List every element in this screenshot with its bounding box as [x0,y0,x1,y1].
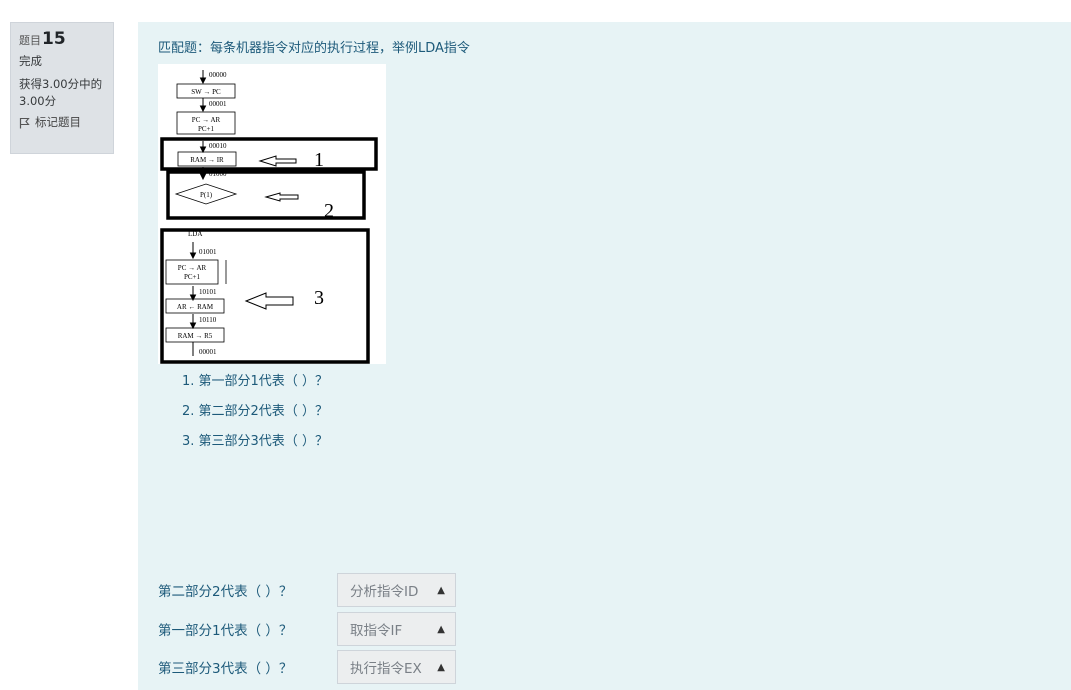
code-0: 00000 [209,71,227,79]
answer-row: 第二部分2代表（ ）？ 分析指令ID ▲︎ [158,573,456,607]
sort-caret-icon: ▲︎ [437,661,445,673]
question-text: 匹配题：每条机器指令对应的执行过程，举例LDA指令 [158,41,470,56]
flag-label: 标记题目 [35,115,81,129]
answer-row: 第三部分3代表（ ）？ 执行指令EX ▲︎ [158,650,456,684]
answer-label: 第一部分1代表（ ）？ [158,623,293,639]
box-pc-ar: PC → AR [192,116,221,124]
pointer-arrows [244,155,299,310]
label-1: 1 [314,149,324,171]
sort-caret-icon: ▲︎ [437,584,445,596]
answer-select-3[interactable]: 执行指令EX ▲︎ [337,650,456,684]
question-state: 完成 [19,54,42,68]
question-content: 匹配题：每条机器指令对应的执行过程，举例LDA指令 00000 00001 00… [138,22,1071,690]
box-sw-pc: SW → PC [191,88,221,96]
box-ar-ram: AR ← RAM [177,303,214,311]
sort-caret-icon: ▲︎ [437,623,445,635]
box-pc-plus-2: PC+1 [184,273,201,281]
code-5: 10101 [199,288,217,296]
question-item: 2. 第二部分2代表（ ）？ [182,404,328,419]
box-pc-ar-2: PC → AR [178,264,207,272]
highlight-box-1 [160,137,378,171]
question-info-panel: 题目15 完成 获得3.00分中的3.00分 标记题目 [10,22,114,154]
question-item: 1. 第一部分1代表（ ）？ [182,374,328,389]
answer-select-1[interactable]: 取指令IF ▲︎ [337,612,456,646]
code-4: 01001 [199,248,217,256]
answer-label: 第二部分2代表（ ）？ [158,584,293,600]
label-3: 3 [314,287,324,309]
box-ram-ir: RAM → IR [190,156,224,164]
box-pc-plus: PC+1 [198,125,215,133]
code-6: 10110 [199,316,217,324]
label-2: 2 [324,200,334,222]
question-items: 1. 第一部分1代表（ ）？ 2. 第二部分2代表（ ）？ 3. 第三部分3代表… [182,372,328,462]
question-grade: 获得3.00分中的3.00分 [19,77,103,108]
answer-label: 第三部分3代表（ ）？ [158,661,293,677]
question-item: 3. 第三部分3代表（ ）？ [182,434,328,449]
answer-row: 第一部分1代表（ ）？ 取指令IF ▲︎ [158,612,456,646]
code-1: 00001 [209,100,227,108]
box-ram-r5: RAM → R5 [178,332,213,340]
flag-question-link[interactable]: 标记题目 [19,114,105,131]
box-p1: P(1) [200,191,213,199]
flowchart-image: 00000 00001 00010 01000 LDA 01001 10101 … [158,64,386,364]
highlight-box-2 [166,170,366,220]
flag-icon [19,117,30,128]
code-2: 00010 [209,142,227,150]
answer-select-2[interactable]: 分析指令ID ▲︎ [337,573,456,607]
code-7: 00001 [199,348,217,356]
question-number: 题目15 [19,29,66,49]
